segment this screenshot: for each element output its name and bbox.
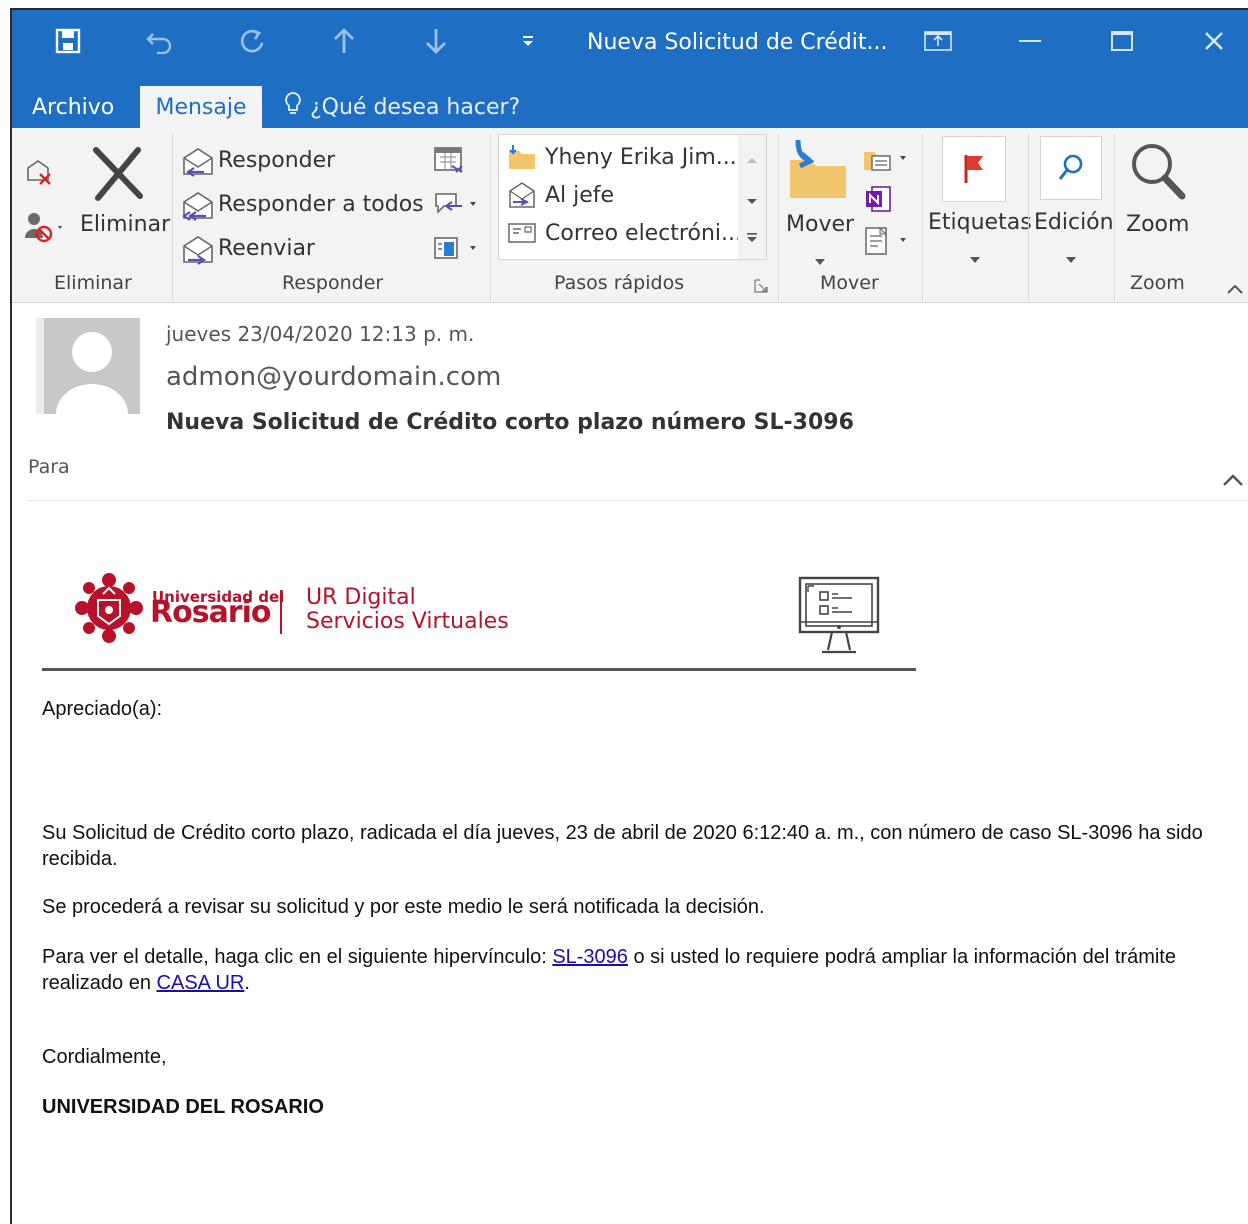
- reply-all-icon: [180, 190, 216, 226]
- meeting-icon[interactable]: [432, 144, 466, 180]
- body-paragraph-3: Para ver el detalle, haga clic en el sig…: [42, 944, 1222, 996]
- group-separator: [922, 134, 923, 300]
- case-link[interactable]: SL-3096: [552, 946, 628, 968]
- zoom-icon[interactable]: [1128, 140, 1188, 206]
- close-icon[interactable]: [1192, 24, 1236, 58]
- body-paragraph-2: Se procederá a revisar su solicitud y po…: [42, 896, 765, 918]
- undo-icon[interactable]: [140, 24, 180, 58]
- title-bar: Nueva Solicitud de Crédit...: [12, 10, 1248, 78]
- zoom-button[interactable]: Zoom: [1126, 212, 1189, 237]
- quick-step-item[interactable]: Correo electróni...: [507, 215, 742, 251]
- tab-mensaje[interactable]: Mensaje: [140, 86, 262, 128]
- ribbon: Eliminar Eliminar Responder Responder a …: [12, 128, 1248, 303]
- signature: UNIVERSIDAD DEL ROSARIO: [42, 1096, 324, 1118]
- paragraph-3-text: .: [244, 972, 250, 994]
- email-icon: [508, 223, 536, 243]
- forward-button[interactable]: Reenviar: [218, 236, 315, 261]
- find-icon[interactable]: [1040, 136, 1102, 200]
- collapse-header-icon[interactable]: [1222, 472, 1244, 491]
- ribbon-display-options-icon[interactable]: [916, 24, 960, 58]
- logo-separator: [280, 590, 282, 634]
- forward-mail-icon: [509, 182, 535, 208]
- window-title: Nueva Solicitud de Crédit...: [587, 30, 888, 55]
- group-label-eliminar: Eliminar: [54, 272, 132, 294]
- group-separator: [1028, 134, 1029, 300]
- onenote-icon[interactable]: [864, 184, 894, 218]
- scroll-down-icon[interactable]: [746, 191, 758, 210]
- junk-icon[interactable]: [24, 210, 66, 250]
- lightbulb-icon: [284, 91, 302, 123]
- delete-icon[interactable]: [88, 146, 148, 206]
- tags-dropdown-icon[interactable]: [970, 248, 980, 267]
- group-separator: [172, 134, 173, 300]
- rules-icon[interactable]: [862, 144, 910, 178]
- message-from[interactable]: admon@yourdomain.com: [166, 362, 501, 392]
- group-separator: [778, 134, 779, 300]
- previous-item-icon[interactable]: [324, 24, 364, 58]
- group-label-mover: Mover: [820, 272, 879, 294]
- to-label: Para: [28, 456, 70, 478]
- quick-step-item[interactable]: Al jefe: [507, 177, 614, 213]
- editing-button[interactable]: Edición: [1034, 210, 1114, 235]
- logo-university-big: Rosario: [150, 595, 271, 630]
- quick-step-label: Yheny Erika Jim...: [545, 144, 737, 170]
- tab-archivo[interactable]: Archivo: [32, 86, 114, 128]
- customize-toolbar-icon[interactable]: [508, 24, 548, 58]
- folder-move-icon: [509, 145, 535, 169]
- redo-icon[interactable]: [232, 24, 272, 58]
- expand-gallery-icon[interactable]: [746, 229, 758, 248]
- quick-steps-scroll[interactable]: [738, 134, 767, 260]
- reply-button[interactable]: Responder: [218, 148, 335, 173]
- forward-icon: [180, 234, 216, 270]
- editing-dropdown-icon[interactable]: [1066, 248, 1076, 267]
- logo-product-line1: UR Digital: [306, 585, 416, 610]
- header-divider: [28, 500, 1248, 501]
- move-button[interactable]: Mover: [786, 212, 854, 237]
- monitor-icon: [798, 576, 880, 663]
- more-respond-icon[interactable]: [432, 232, 480, 268]
- message-subject: Nueva Solicitud de Crédito corto plazo n…: [166, 410, 854, 435]
- group-label-zoom: Zoom: [1130, 272, 1185, 294]
- university-seal-icon: [74, 572, 144, 651]
- tags-button[interactable]: Etiquetas: [928, 210, 1032, 235]
- ribbon-tab-bar: Archivo Mensaje ¿Qué desea hacer?: [12, 78, 1248, 128]
- collapse-ribbon-icon[interactable]: [1226, 280, 1244, 299]
- reply-all-button[interactable]: Responder a todos: [218, 192, 424, 217]
- sender-avatar: [36, 318, 140, 414]
- outlook-message-window: Nueva Solicitud de Crédit... Archivo Men…: [10, 8, 1248, 1224]
- casa-ur-link[interactable]: CASA UR: [157, 972, 245, 994]
- actions-icon[interactable]: [862, 224, 910, 262]
- body-paragraph-1: Su Solicitud de Crédito corto plazo, rad…: [42, 822, 1203, 870]
- greeting: Apreciado(a):: [42, 698, 163, 720]
- message-date: jueves 23/04/2020 12:13 p. m.: [166, 322, 475, 346]
- group-separator: [1114, 134, 1115, 300]
- delete-button[interactable]: Eliminar: [80, 212, 170, 237]
- minimize-icon[interactable]: [1008, 24, 1052, 58]
- tell-me-label: ¿Qué desea hacer?: [310, 94, 521, 120]
- move-folder-icon[interactable]: [786, 136, 850, 206]
- paragraph-3-text: Para ver el detalle, haga clic en el sig…: [42, 946, 553, 968]
- maximize-icon[interactable]: [1100, 24, 1144, 58]
- group-separator: [490, 134, 491, 300]
- im-reply-icon[interactable]: [432, 188, 480, 224]
- quick-step-item[interactable]: Yheny Erika Jim...: [507, 139, 737, 175]
- quick-step-label: Correo electróni...: [545, 220, 742, 246]
- move-dropdown-icon[interactable]: [815, 250, 825, 269]
- scroll-up-icon[interactable]: [746, 149, 758, 168]
- flag-icon[interactable]: [942, 136, 1006, 202]
- quick-step-label: Al jefe: [545, 182, 615, 208]
- save-icon[interactable]: [48, 24, 88, 58]
- group-label-quick-steps: Pasos rápidos: [554, 272, 685, 294]
- ignore-icon[interactable]: [24, 158, 58, 194]
- reply-icon: [180, 146, 216, 182]
- tell-me-search[interactable]: ¿Qué desea hacer?: [284, 86, 520, 128]
- next-item-icon[interactable]: [416, 24, 456, 58]
- quick-steps-gallery: Yheny Erika Jim... Al jefe Correo electr…: [498, 134, 742, 260]
- group-label-responder: Responder: [282, 272, 384, 294]
- closing: Cordialmente,: [42, 1046, 167, 1068]
- logo-divider: [42, 668, 916, 671]
- dialog-launcher-icon[interactable]: [754, 278, 768, 297]
- logo-product-line2: Servicios Virtuales: [306, 609, 509, 634]
